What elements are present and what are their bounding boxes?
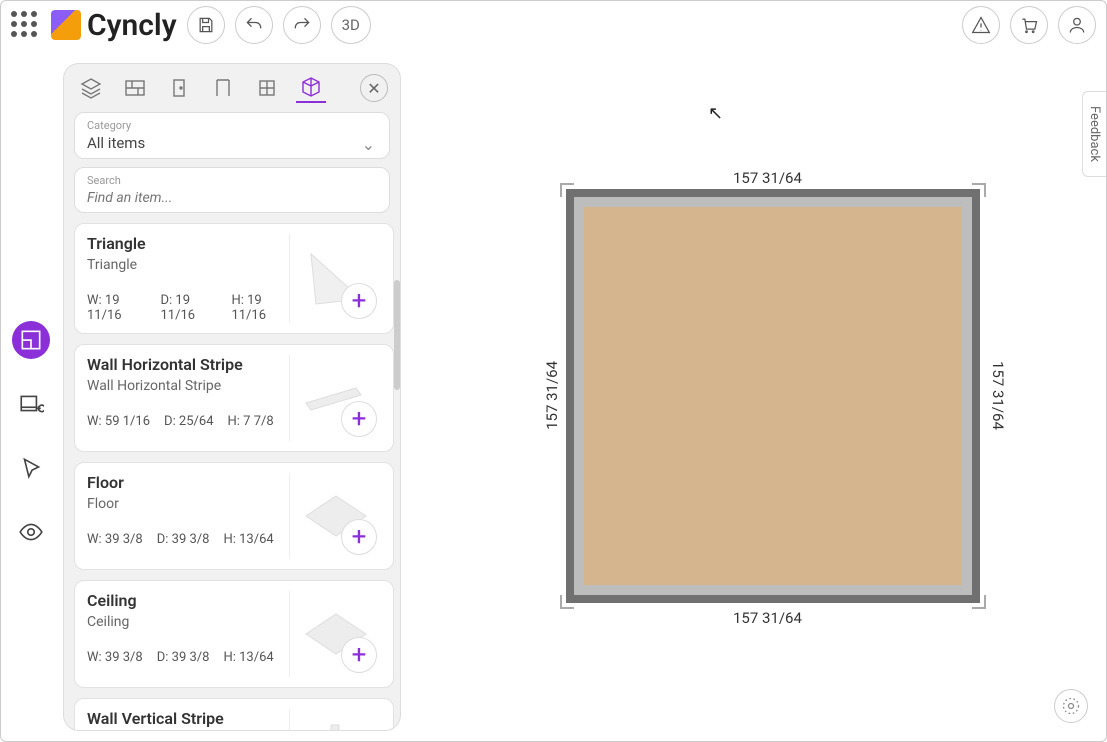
search-label: Search xyxy=(87,174,377,187)
search-input[interactable] xyxy=(87,190,377,206)
save-button[interactable] xyxy=(187,6,225,44)
nav-floorplan-icon[interactable] xyxy=(12,321,50,359)
search-field[interactable]: Search xyxy=(74,167,390,213)
dimension-right: 157 31/64 xyxy=(987,361,1009,430)
warnings-button[interactable] xyxy=(962,6,1000,44)
item-thumbnail: + xyxy=(289,473,381,559)
item-subtitle: Triangle xyxy=(87,257,289,273)
list-item[interactable]: Floor Floor W: 39 3/8D: 39 3/8H: 13/64 + xyxy=(74,462,394,570)
tab-doors-icon[interactable] xyxy=(164,73,194,103)
add-item-button[interactable]: + xyxy=(341,401,377,437)
dimension-left: 157 31/64 xyxy=(541,361,563,430)
feedback-button[interactable]: Feedback xyxy=(1082,91,1106,177)
item-title: Wall Vertical Stripe xyxy=(87,709,289,728)
add-item-button[interactable]: + xyxy=(341,519,377,555)
item-subtitle: Ceiling xyxy=(87,614,289,630)
nav-visibility-icon[interactable] xyxy=(12,513,50,551)
cart-button[interactable] xyxy=(1010,6,1048,44)
item-title: Wall Horizontal Stripe xyxy=(87,355,289,374)
logo-mark-icon xyxy=(51,10,81,40)
tab-objects-icon[interactable] xyxy=(296,73,326,103)
add-item-button[interactable]: + xyxy=(341,637,377,673)
item-title: Ceiling xyxy=(87,591,289,610)
tab-layers-icon[interactable] xyxy=(76,73,106,103)
item-thumbnail xyxy=(289,709,381,730)
item-title: Triangle xyxy=(87,234,289,253)
list-item[interactable]: Ceiling Ceiling W: 39 3/8D: 39 3/8H: 13/… xyxy=(74,580,394,688)
item-thumbnail: + xyxy=(289,355,381,441)
user-button[interactable] xyxy=(1058,6,1096,44)
panel-close-button[interactable]: ✕ xyxy=(360,74,388,102)
category-label: Category xyxy=(87,119,377,132)
view-control-button[interactable] xyxy=(1054,689,1088,723)
tab-walls-icon[interactable] xyxy=(120,73,150,103)
tab-windows-icon[interactable] xyxy=(252,73,282,103)
items-panel: ✕ Category All items ⌄ Search Triangle T… xyxy=(63,63,401,731)
nav-add-furniture-icon[interactable] xyxy=(12,385,50,423)
brand-name: Cyncly xyxy=(87,8,177,43)
nav-select-icon[interactable] xyxy=(12,449,50,487)
room-plan[interactable] xyxy=(566,189,980,603)
add-item-button[interactable]: + xyxy=(341,283,377,319)
panel-tabs: ✕ xyxy=(64,64,400,112)
category-value: All items xyxy=(87,134,377,152)
design-canvas[interactable]: 157 31/64 157 31/64 157 31/64 157 31/64 xyxy=(421,61,1096,731)
item-thumbnail: + xyxy=(289,591,381,677)
scrollbar[interactable] xyxy=(394,280,400,390)
item-subtitle: Wall Horizontal Stripe xyxy=(87,378,289,394)
left-nav xyxy=(9,321,53,551)
chevron-down-icon: ⌄ xyxy=(362,135,375,154)
item-thumbnail: + xyxy=(289,234,381,323)
item-subtitle: Floor xyxy=(87,496,289,512)
category-select[interactable]: Category All items ⌄ xyxy=(74,112,390,159)
list-item[interactable]: Wall Vertical Stripe Wall Vertical Strip… xyxy=(74,698,394,730)
undo-button[interactable] xyxy=(235,6,273,44)
list-item[interactable]: Triangle Triangle W: 19 11/16D: 19 11/16… xyxy=(74,223,394,334)
tab-openings-icon[interactable] xyxy=(208,73,238,103)
brand-logo: Cyncly xyxy=(51,8,177,43)
list-item[interactable]: Wall Horizontal Stripe Wall Horizontal S… xyxy=(74,344,394,452)
app-menu-icon[interactable] xyxy=(11,11,41,39)
dimension-bottom: 157 31/64 xyxy=(731,609,804,627)
item-title: Floor xyxy=(87,473,289,492)
dimension-top: 157 31/64 xyxy=(731,169,804,187)
redo-button[interactable] xyxy=(283,6,321,44)
top-toolbar: Cyncly 3D xyxy=(1,1,1106,49)
items-list[interactable]: Triangle Triangle W: 19 11/16D: 19 11/16… xyxy=(64,223,400,730)
view-3d-button[interactable]: 3D xyxy=(331,6,371,44)
